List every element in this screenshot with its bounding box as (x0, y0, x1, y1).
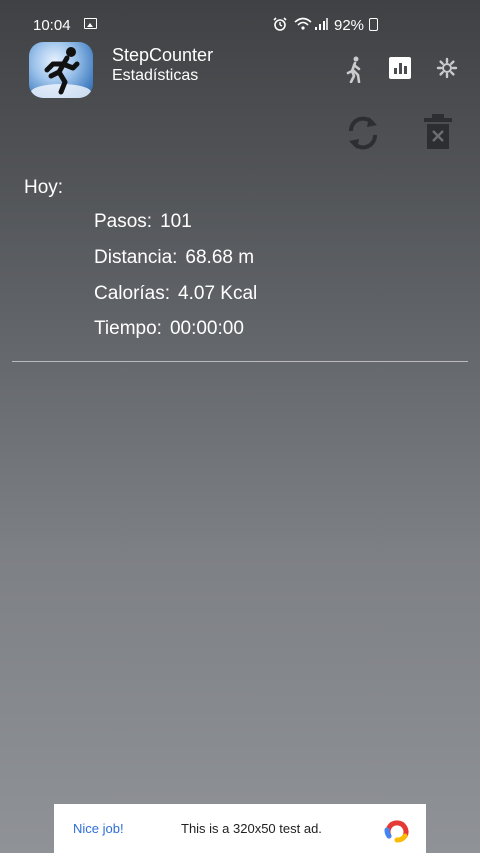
app-logo (29, 42, 93, 98)
calories-label: Calorías: (94, 283, 171, 304)
stats-button[interactable] (389, 57, 411, 79)
time-stat: Tiempo: 00:00:00 (94, 318, 244, 340)
wifi-icon (294, 17, 312, 30)
bar-chart-icon-bar (399, 63, 402, 74)
walk-icon[interactable] (342, 55, 366, 83)
bar-chart-icon-bar (404, 66, 407, 74)
steps-stat: Pasos: 101 (94, 211, 192, 233)
runner-icon (31, 47, 91, 98)
calories-value: 4.07 Kcal (178, 283, 258, 304)
today-label: Hoy: (24, 177, 64, 198)
signal-icon (315, 18, 328, 30)
alarm-icon (273, 17, 287, 31)
distance-value: 68.68 m (185, 247, 255, 268)
distance-stat: Distancia: 68.68 m (94, 247, 254, 269)
ad-nice-label: Nice job! (73, 821, 124, 836)
bar-chart-icon (394, 68, 397, 74)
trash-icon[interactable] (420, 113, 456, 151)
battery-charging-icon (369, 18, 378, 31)
gear-icon[interactable] (436, 57, 458, 79)
time-value: 00:00:00 (169, 318, 244, 339)
ad-logo-icon (384, 820, 409, 843)
divider (12, 361, 468, 362)
status-time: 10:04 (33, 17, 71, 34)
battery-level: 92% (334, 17, 365, 34)
distance-label: Distancia: (94, 247, 178, 268)
calories-stat: Calorías: 4.07 Kcal (94, 283, 257, 305)
ad-banner[interactable]: Nice job! This is a 320x50 test ad. (54, 804, 426, 853)
ad-text: This is a 320x50 test ad. (181, 821, 322, 836)
refresh-icon[interactable] (343, 113, 383, 153)
page-subtitle: Estadísticas (112, 67, 199, 84)
image-notification-icon (84, 18, 97, 29)
time-label: Tiempo: (94, 318, 162, 339)
steps-value: 101 (160, 211, 192, 232)
app-title: StepCounter (112, 45, 214, 65)
steps-label: Pasos: (94, 211, 153, 232)
